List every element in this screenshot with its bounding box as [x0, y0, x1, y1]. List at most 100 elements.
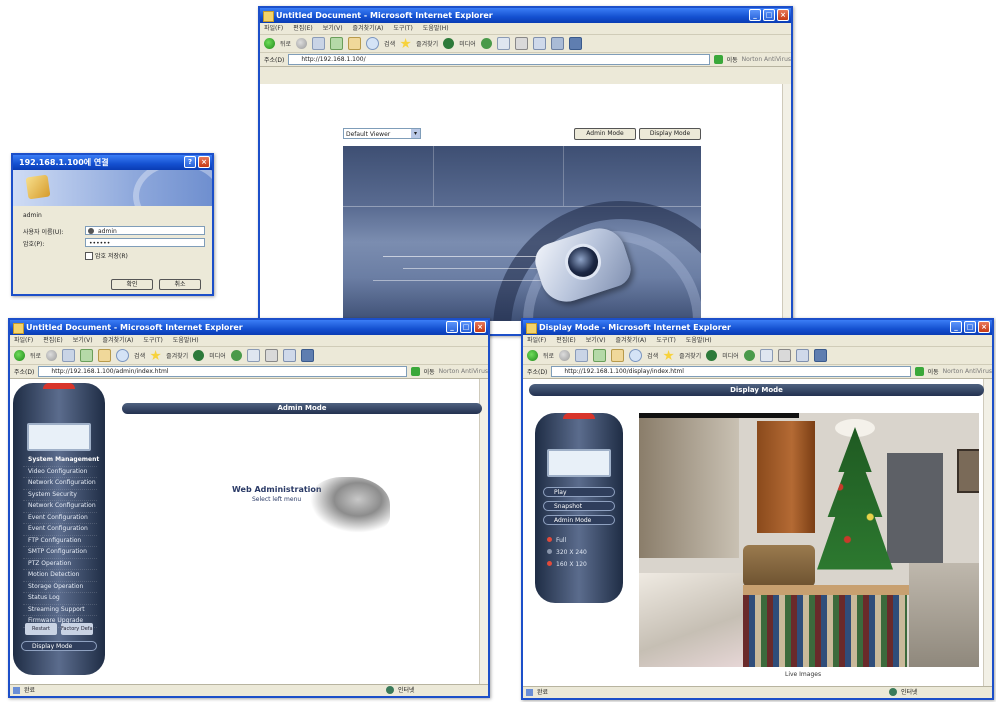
main-titlebar[interactable]: Untitled Document - Microsoft Internet E…	[260, 8, 791, 23]
back-label[interactable]: 뒤로	[280, 39, 291, 48]
favorites-label[interactable]: 즐겨찾기	[166, 351, 188, 360]
search-icon[interactable]	[629, 349, 643, 362]
links-label[interactable]: Norton AntiVirus	[439, 368, 488, 375]
ok-button[interactable]: 확인	[111, 279, 153, 290]
favorites-star-icon[interactable]	[400, 38, 411, 49]
nav-item[interactable]: Motion Detection	[23, 570, 97, 582]
stop-icon[interactable]	[62, 349, 76, 362]
favorites-star-icon[interactable]	[150, 350, 161, 361]
mail-icon[interactable]	[759, 349, 773, 362]
close-button[interactable]: ×	[978, 321, 990, 333]
history-icon[interactable]	[230, 350, 242, 361]
menu-help[interactable]: 도움말(H)	[423, 23, 449, 34]
media-icon[interactable]	[706, 350, 718, 361]
close-button[interactable]: ×	[474, 321, 486, 333]
resolution-160[interactable]: 160 X 120	[547, 561, 587, 568]
username-field[interactable]: admin	[85, 226, 205, 235]
mail-icon[interactable]	[246, 349, 260, 362]
menu-view[interactable]: 보기(V)	[323, 23, 343, 34]
print-icon[interactable]	[264, 349, 278, 362]
back-label[interactable]: 뒤로	[30, 351, 41, 360]
mail-icon[interactable]	[496, 37, 510, 50]
menu-view[interactable]: 보기(V)	[586, 335, 606, 346]
menu-favorites[interactable]: 즐겨찾기(A)	[353, 23, 384, 34]
menu-file[interactable]: 파일(F)	[264, 23, 283, 34]
home-icon[interactable]	[348, 37, 362, 50]
password-field[interactable]: ••••••	[85, 238, 205, 247]
search-icon[interactable]	[116, 349, 130, 362]
menu-favorites[interactable]: 즐겨찾기(A)	[616, 335, 647, 346]
discuss-icon[interactable]	[550, 37, 564, 50]
remember-checkbox[interactable]	[85, 252, 93, 260]
menu-help[interactable]: 도움말(H)	[686, 335, 712, 346]
media-label[interactable]: 미디어	[459, 39, 476, 48]
nav-item[interactable]: Streaming Support	[23, 605, 97, 616]
forward-icon[interactable]	[296, 38, 308, 49]
nav-item[interactable]: Video Configuration	[23, 467, 97, 478]
resolution-full[interactable]: Full	[547, 537, 566, 544]
login-titlebar[interactable]: 192.168.1.100에 연결 ? ×	[13, 155, 212, 170]
restart-button[interactable]: Restart	[25, 623, 57, 635]
menu-edit[interactable]: 편집(E)	[556, 335, 576, 346]
display-scrollbar[interactable]	[983, 379, 992, 687]
print-icon[interactable]	[514, 37, 528, 50]
messenger-icon[interactable]	[568, 37, 582, 50]
nav-item[interactable]: System Security	[23, 490, 97, 501]
favorites-star-icon[interactable]	[663, 350, 674, 361]
go-label[interactable]: 이동	[727, 55, 738, 64]
go-icon[interactable]	[713, 55, 723, 64]
remember-label[interactable]: 암호 저장(R)	[95, 251, 128, 260]
resolution-320[interactable]: 320 X 240	[547, 549, 587, 556]
edit-icon[interactable]	[795, 349, 809, 362]
refresh-icon[interactable]	[593, 349, 607, 362]
go-label[interactable]: 이동	[928, 367, 939, 376]
admin-mode-button[interactable]: Admin Mode	[574, 128, 636, 140]
menu-file[interactable]: 파일(F)	[14, 335, 33, 346]
close-button[interactable]: ×	[198, 156, 210, 168]
favorites-label[interactable]: 즐겨찾기	[679, 351, 701, 360]
back-icon[interactable]	[264, 38, 275, 49]
stop-icon[interactable]	[575, 349, 589, 362]
admin-scrollbar[interactable]	[479, 379, 488, 685]
nav-item[interactable]: Network Configuration	[23, 501, 97, 513]
address-input[interactable]: http://192.168.1.100/admin/index.html	[38, 366, 407, 377]
address-input[interactable]: http://192.168.1.100/display/index.html	[551, 366, 911, 377]
search-label[interactable]: 검색	[134, 351, 145, 360]
display-titlebar[interactable]: Display Mode - Microsoft Internet Explor…	[523, 320, 992, 335]
maximize-button[interactable]: □	[964, 321, 976, 333]
go-icon[interactable]	[410, 367, 420, 376]
snapshot-button[interactable]: Snapshot	[543, 501, 615, 511]
messenger-icon[interactable]	[813, 349, 827, 362]
admin-mode-nav-button[interactable]: Admin Mode	[543, 515, 615, 525]
viewer-select[interactable]: Default Viewer ▾	[343, 128, 421, 139]
back-icon[interactable]	[14, 350, 25, 361]
search-label[interactable]: 검색	[647, 351, 658, 360]
media-label[interactable]: 미디어	[722, 351, 739, 360]
display-mode-nav-button[interactable]: Display Mode	[21, 641, 97, 651]
home-icon[interactable]	[611, 349, 625, 362]
favorites-label[interactable]: 즐겨찾기	[416, 39, 438, 48]
edit-icon[interactable]	[532, 37, 546, 50]
nav-item[interactable]: FTP Configuration	[23, 536, 97, 547]
menu-help[interactable]: 도움말(H)	[173, 335, 199, 346]
go-label[interactable]: 이동	[424, 367, 435, 376]
messenger-icon[interactable]	[300, 349, 314, 362]
menu-file[interactable]: 파일(F)	[527, 335, 546, 346]
back-icon[interactable]	[527, 350, 538, 361]
nav-item[interactable]: Network Configuration	[23, 478, 97, 490]
search-icon[interactable]	[366, 37, 380, 50]
nav-item[interactable]: PTZ Operation	[23, 559, 97, 570]
back-label[interactable]: 뒤로	[543, 351, 554, 360]
nav-item[interactable]: SMTP Configuration	[23, 547, 97, 559]
history-icon[interactable]	[743, 350, 755, 361]
display-mode-button[interactable]: Display Mode	[639, 128, 701, 140]
home-icon[interactable]	[98, 349, 112, 362]
refresh-icon[interactable]	[330, 37, 344, 50]
maximize-button[interactable]: □	[460, 321, 472, 333]
maximize-button[interactable]: □	[763, 9, 775, 21]
links-label[interactable]: Norton AntiVirus	[742, 56, 791, 63]
close-button[interactable]: ×	[777, 9, 789, 21]
search-label[interactable]: 검색	[384, 39, 395, 48]
main-scrollbar[interactable]	[782, 84, 791, 334]
nav-item[interactable]: System Management	[23, 455, 99, 467]
